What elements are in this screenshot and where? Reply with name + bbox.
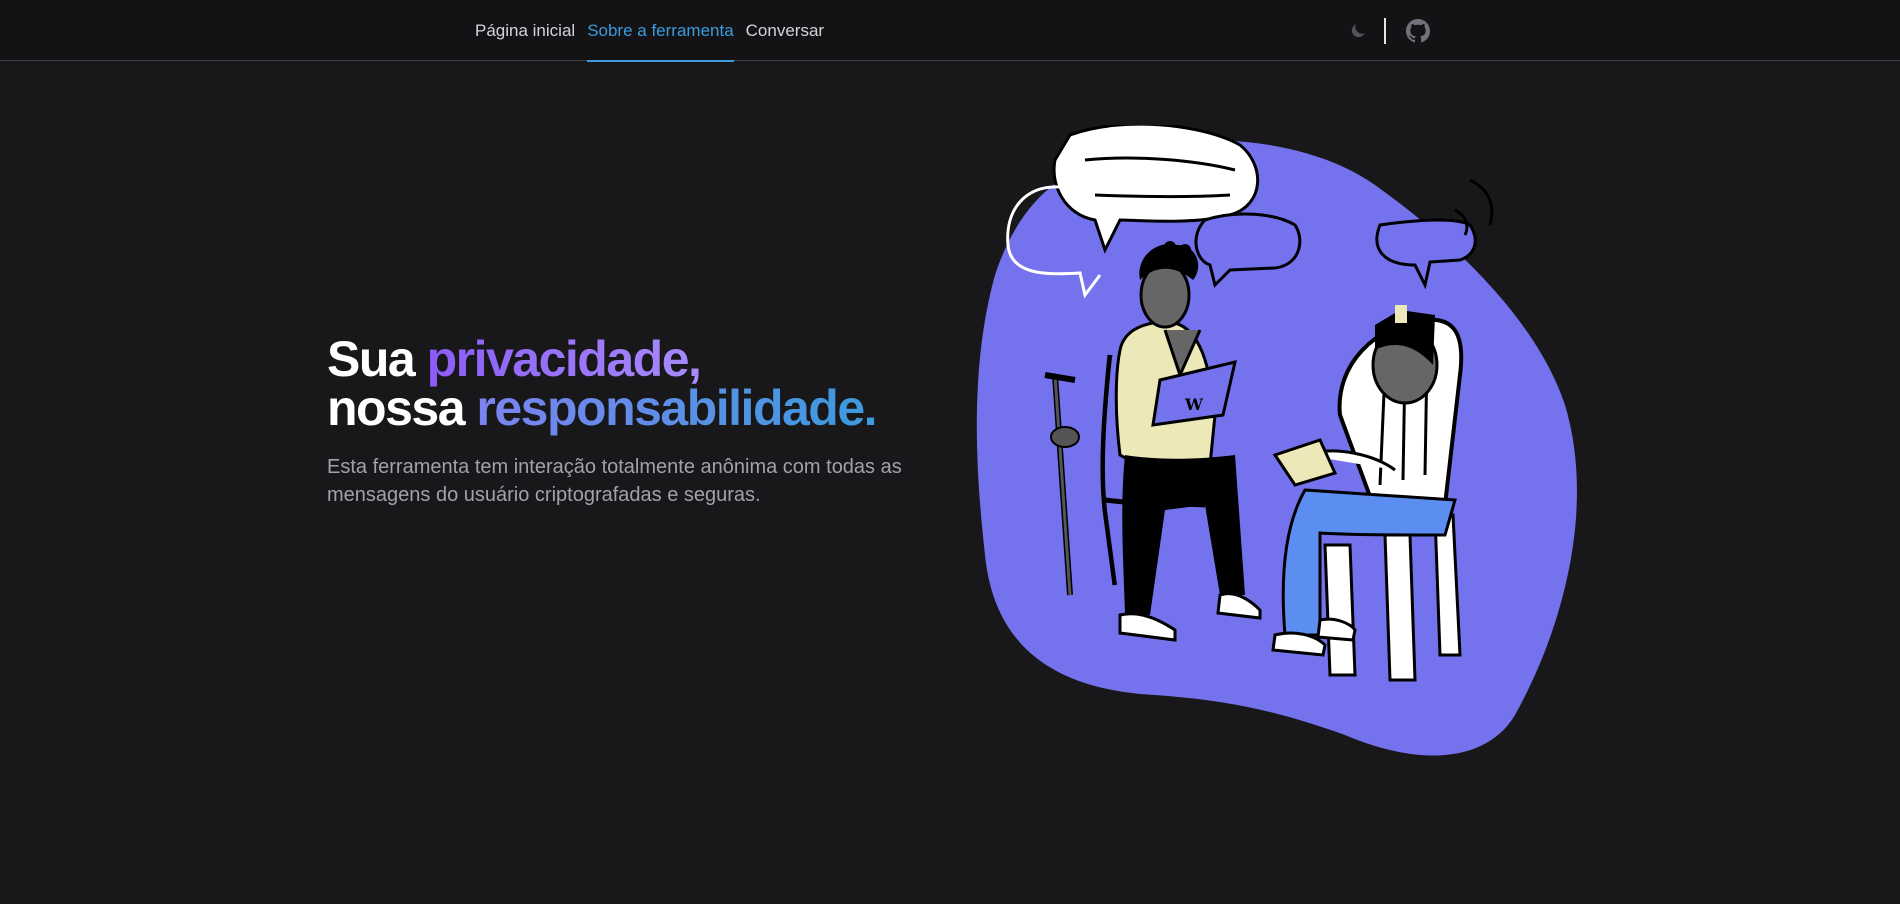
- headline-line1-accent: privacidade,: [426, 331, 702, 387]
- nav-divider: [1384, 17, 1386, 44]
- theme-toggle-button[interactable]: [1344, 17, 1372, 45]
- moon-icon: [1351, 23, 1365, 37]
- top-navbar: Página inicial Sobre a ferramenta Conver…: [0, 0, 1900, 62]
- headline-line2-accent: responsabilidade.: [476, 380, 877, 436]
- headline-line2-plain: nossa: [327, 380, 477, 436]
- hero-section: Sua privacidade, nossa responsabilidade.…: [327, 334, 967, 509]
- hero-description: Esta ferramenta tem interação totalmente…: [327, 456, 902, 506]
- github-icon: [1406, 18, 1430, 42]
- nav-about-link[interactable]: Sobre a ferramenta: [587, 0, 735, 62]
- svg-text:W: W: [1184, 395, 1204, 414]
- headline-line1-plain: Sua: [327, 331, 427, 387]
- nav-chat-link[interactable]: Conversar: [746, 0, 824, 61]
- conversation-illustration: W: [976, 122, 1577, 756]
- github-link-button[interactable]: [1404, 17, 1432, 45]
- hero-headline: Sua privacidade, nossa responsabilidade.: [327, 334, 967, 436]
- main-nav: Página inicial Sobre a ferramenta Conver…: [475, 0, 836, 62]
- nav-tools: [1344, 0, 1432, 61]
- hero-illustration: W: [975, 122, 1595, 765]
- nav-home-link[interactable]: Página inicial: [475, 0, 575, 61]
